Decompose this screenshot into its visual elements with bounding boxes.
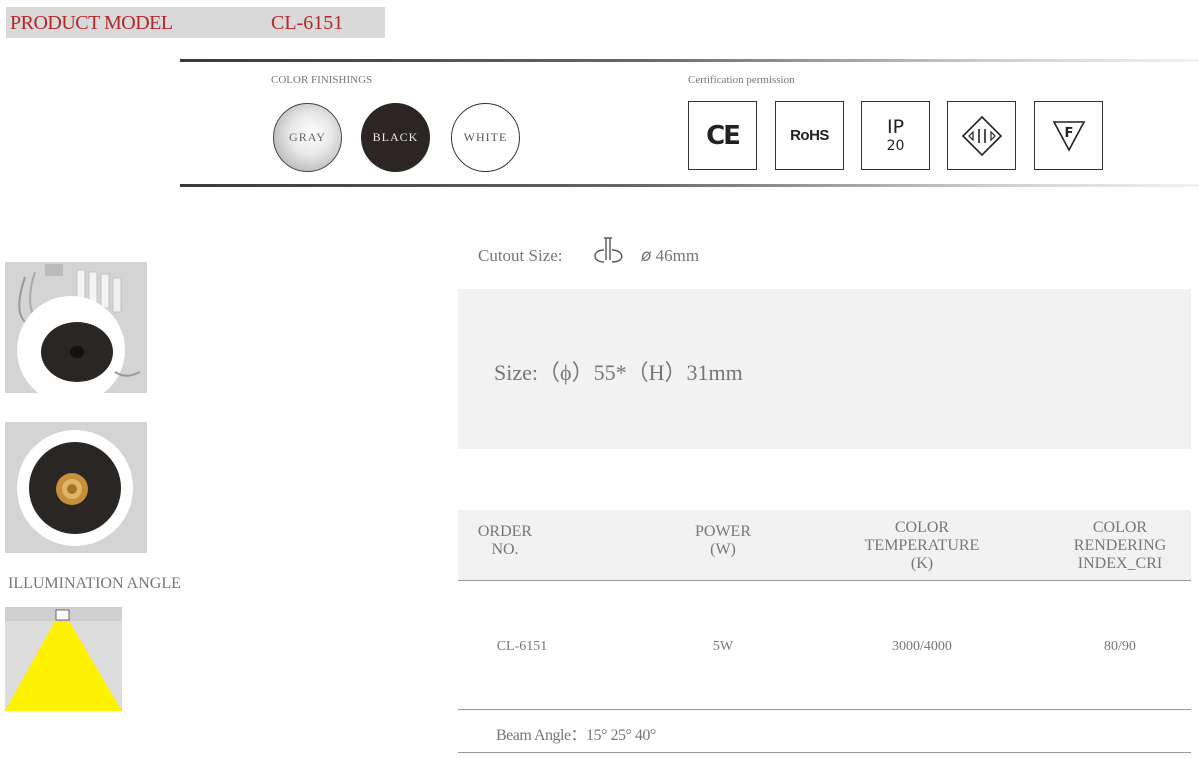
product-photo-side [5, 262, 147, 393]
size-text: Size:（ϕ）55*（H）31mm [494, 360, 743, 385]
color-finishings-label: COLOR FINISHINGS [271, 74, 373, 86]
table-cell-color-temperature: 3000/4000 [892, 639, 952, 654]
bottom-divider [180, 184, 1199, 187]
swatch-gray: GRAY [273, 103, 342, 172]
table-bottom-divider [458, 752, 1191, 753]
illumination-angle-label: ILLUMINATION ANGLE [8, 575, 181, 592]
beam-angle-text: Beam Angle：15° 25° 40° [496, 727, 656, 744]
product-model-label: PRODUCT MODEL [10, 12, 173, 34]
header-line: ORDER [477, 523, 533, 540]
header-line: INDEX_CRI [1077, 555, 1163, 572]
header-line: NO. [491, 541, 519, 558]
ip-rating-icon: IP 20 [861, 101, 930, 170]
table-header-power: POWER (W) [683, 523, 763, 559]
header-line: RENDERING [1073, 537, 1167, 554]
table-header-color-temperature: COLOR TEMPERATURE (K) [852, 519, 992, 573]
table-header-order-no: ORDER NO. [470, 523, 540, 559]
ce-mark-text: CE [706, 120, 741, 151]
cutout-size-value: ø 46mm [641, 246, 699, 266]
ce-mark-icon: CE [688, 101, 757, 170]
table-cell-cri: 80/90 [1104, 639, 1136, 654]
table-header-cri: COLOR RENDERING INDEX_CRI [1060, 519, 1180, 573]
header-line: TEMPERATURE [864, 537, 980, 554]
product-photo-front [5, 422, 147, 553]
f-mark-icon: F [1034, 101, 1103, 170]
swatch-white-label: WHITE [463, 130, 508, 144]
top-divider [180, 59, 1199, 62]
product-model-value: CL-6151 [271, 12, 344, 34]
rohs-text: RoHS [790, 127, 829, 144]
header-line: POWER [695, 523, 751, 540]
cutout-size-number: 46mm [655, 246, 700, 265]
header-line: COLOR [1092, 519, 1148, 536]
table-cell-order-no: CL-6151 [496, 639, 548, 654]
swatch-black: BLACK [361, 103, 430, 172]
certification-label: Certification permission [688, 74, 795, 86]
swatch-gray-label: GRAY [289, 130, 326, 144]
diameter-icon: ø [641, 246, 652, 266]
f-mark-graphic: F [1052, 120, 1085, 152]
rohs-icon: RoHS [775, 101, 844, 170]
swatch-white: WHITE [451, 103, 520, 172]
class-ii-graphic [961, 115, 1002, 156]
table-cell-power: 5W [712, 639, 734, 654]
cutout-icon [590, 236, 630, 271]
header-line: (W) [710, 541, 736, 558]
table-header-divider [458, 580, 1191, 581]
illumination-angle-diagram [5, 607, 122, 711]
header-line: (K) [910, 555, 934, 572]
header-line: COLOR [894, 519, 950, 536]
cutout-size-label: Cutout Size: [478, 246, 563, 265]
ip-rating-line2: 20 [886, 138, 905, 154]
swatch-black-label: BLACK [372, 130, 419, 144]
table-row-divider [458, 709, 1191, 710]
ip-rating-line1: IP [886, 116, 905, 138]
f-mark-text: F [1064, 126, 1073, 141]
class-ii-icon [947, 101, 1016, 170]
